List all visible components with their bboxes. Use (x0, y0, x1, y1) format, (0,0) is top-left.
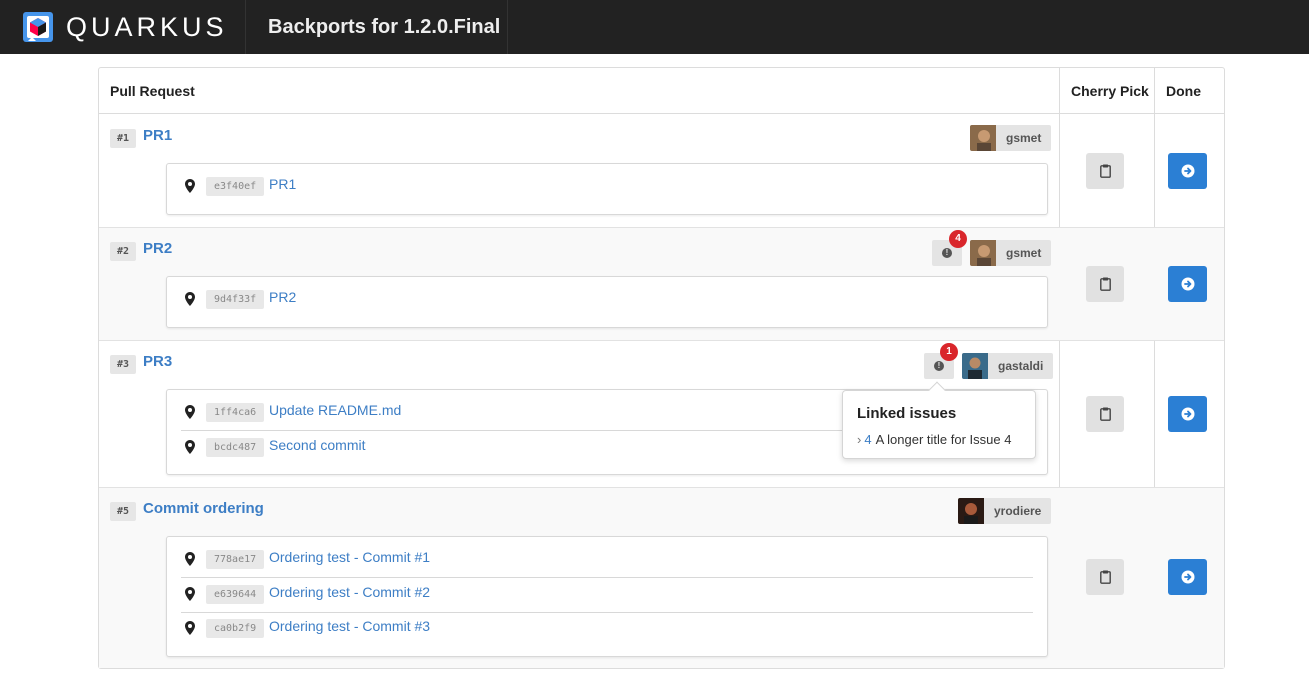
table-row: #5 Commit ordering yrodiere 778ae17 Orde… (99, 488, 1224, 668)
issue-title: A longer title for Issue 4 (875, 432, 1012, 447)
commit-list: 9d4f33f PR2 (166, 276, 1048, 328)
done-button[interactable] (1168, 153, 1207, 189)
clipboard-icon (1099, 407, 1111, 421)
column-header-pull-request: Pull Request (110, 83, 195, 99)
exclamation-circle-icon: ! (942, 248, 952, 258)
commit-message-link[interactable]: Second commit (269, 437, 365, 453)
pr-title-link[interactable]: Commit ordering (143, 500, 264, 517)
map-marker-icon (185, 405, 195, 419)
pr-title-link[interactable]: PR2 (143, 240, 172, 257)
commit-item: e3f40ef PR1 (181, 171, 1033, 205)
issue-count-badge: 1 (940, 343, 958, 361)
author-name: gsmet (1006, 246, 1042, 260)
commit-message-link[interactable]: Ordering test - Commit #2 (269, 584, 430, 600)
page-title: Backports for 1.2.0.Final (246, 0, 508, 54)
avatar (970, 240, 996, 266)
commit-item: ca0b2f9 Ordering test - Commit #3 (181, 613, 1033, 647)
brand[interactable]: QUARKUS (0, 0, 246, 54)
brand-name: QUARKUS (66, 11, 228, 42)
map-marker-icon (185, 587, 195, 601)
commit-sha: ca0b2f9 (206, 619, 265, 638)
arrow-circle-right-icon (1181, 164, 1194, 178)
table-row: #1 PR1 gsmet e3f40ef PR1 (99, 115, 1224, 228)
column-header-cherry-pick: Cherry Pick (1071, 83, 1149, 99)
pr-number: #5 (110, 502, 137, 521)
avatar (958, 498, 984, 524)
clipboard-icon (1099, 570, 1111, 584)
author-badge[interactable]: gastaldi (962, 353, 1054, 379)
arrow-circle-right-icon (1181, 277, 1194, 291)
commit-message-link[interactable]: PR1 (269, 176, 296, 192)
done-button[interactable] (1168, 396, 1207, 432)
cherry-pick-button[interactable] (1086, 266, 1124, 302)
map-marker-icon (185, 552, 195, 566)
caret-right-icon: › (857, 432, 862, 447)
cherry-pick-button[interactable] (1086, 559, 1124, 595)
done-button[interactable] (1168, 266, 1207, 302)
avatar (970, 125, 996, 151)
arrow-circle-right-icon (1181, 570, 1194, 584)
table-row: #2 PR2 ! 4 gsmet 9d4f33f PR2 (99, 228, 1224, 341)
commit-item: 778ae17 Ordering test - Commit #1 (181, 544, 1033, 578)
pr-number: #2 (110, 242, 137, 261)
commit-message-link[interactable]: Ordering test - Commit #1 (269, 549, 430, 565)
author-name: gastaldi (998, 359, 1044, 373)
pr-title-link[interactable]: PR1 (143, 127, 172, 144)
arrow-circle-right-icon (1181, 407, 1194, 421)
author-badge[interactable]: yrodiere (958, 498, 1052, 524)
map-marker-icon (185, 179, 195, 193)
map-marker-icon (185, 621, 195, 635)
commit-item: 9d4f33f PR2 (181, 284, 1033, 318)
linked-issues-popover: Linked issues › 4 A longer title for Issue… (842, 381, 1036, 459)
pr-number: #1 (110, 129, 137, 148)
backports-table: Pull Request Cherry Pick Done #1 PR1 gsm… (98, 67, 1225, 669)
commit-sha: bcdc487 (206, 438, 265, 457)
clipboard-icon (1099, 164, 1111, 178)
table-header: Pull Request Cherry Pick Done (99, 68, 1224, 114)
avatar (962, 353, 988, 379)
commit-list: e3f40ef PR1 (166, 163, 1048, 215)
author-badge[interactable]: gsmet (970, 240, 1052, 266)
quarkus-logo-icon (23, 12, 53, 42)
commit-sha: 778ae17 (206, 550, 265, 569)
commit-message-link[interactable]: Ordering test - Commit #3 (269, 618, 430, 634)
cherry-pick-button[interactable] (1086, 396, 1124, 432)
popover-title: Linked issues (857, 405, 957, 422)
commit-list: 778ae17 Ordering test - Commit #1 e63964… (166, 536, 1048, 657)
pr-number: #3 (110, 355, 137, 374)
done-button[interactable] (1168, 559, 1207, 595)
issue-count-badge: 4 (949, 230, 967, 248)
author-name: gsmet (1006, 131, 1042, 145)
pr-title-link[interactable]: PR3 (143, 353, 172, 370)
commit-sha: 9d4f33f (206, 290, 265, 309)
author-badge[interactable]: gsmet (970, 125, 1052, 151)
commit-message-link[interactable]: Update README.md (269, 402, 401, 418)
top-navbar: QUARKUS Backports for 1.2.0.Final (0, 0, 1309, 54)
column-header-done: Done (1166, 83, 1201, 99)
map-marker-icon (185, 440, 195, 454)
map-marker-icon (185, 292, 195, 306)
linked-issue-item: › 4 A longer title for Issue 4 (857, 432, 1011, 447)
exclamation-circle-icon: ! (934, 361, 944, 371)
issue-number-link[interactable]: 4 (864, 432, 871, 447)
commit-sha: 1ff4ca6 (206, 403, 265, 422)
clipboard-icon (1099, 277, 1111, 291)
commit-sha: e3f40ef (206, 177, 265, 196)
commit-sha: e639644 (206, 585, 265, 604)
commit-item: e639644 Ordering test - Commit #2 (181, 579, 1033, 613)
cherry-pick-button[interactable] (1086, 153, 1124, 189)
commit-message-link[interactable]: PR2 (269, 289, 296, 305)
author-name: yrodiere (994, 504, 1042, 518)
table-row: #3 PR3 ! 1 gastaldi 1ff4ca6 Update READM… (99, 341, 1224, 488)
